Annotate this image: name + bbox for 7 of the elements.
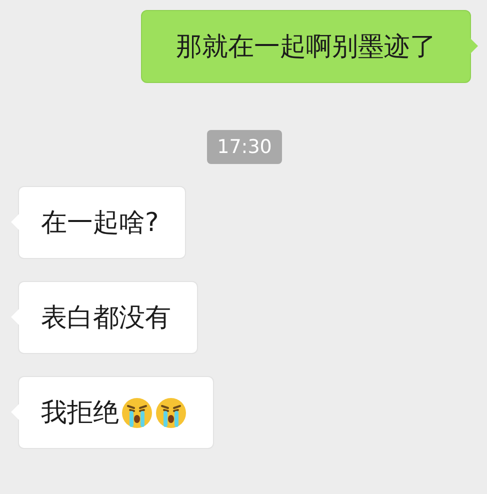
crying-face-icon xyxy=(121,396,153,428)
timestamp: 17:30 xyxy=(207,130,282,164)
bubble-tail xyxy=(11,214,19,230)
bubble-tail xyxy=(470,38,478,54)
crying-face-icon xyxy=(155,396,187,428)
bubble-tail xyxy=(11,404,19,420)
bubble-tail xyxy=(11,309,19,325)
